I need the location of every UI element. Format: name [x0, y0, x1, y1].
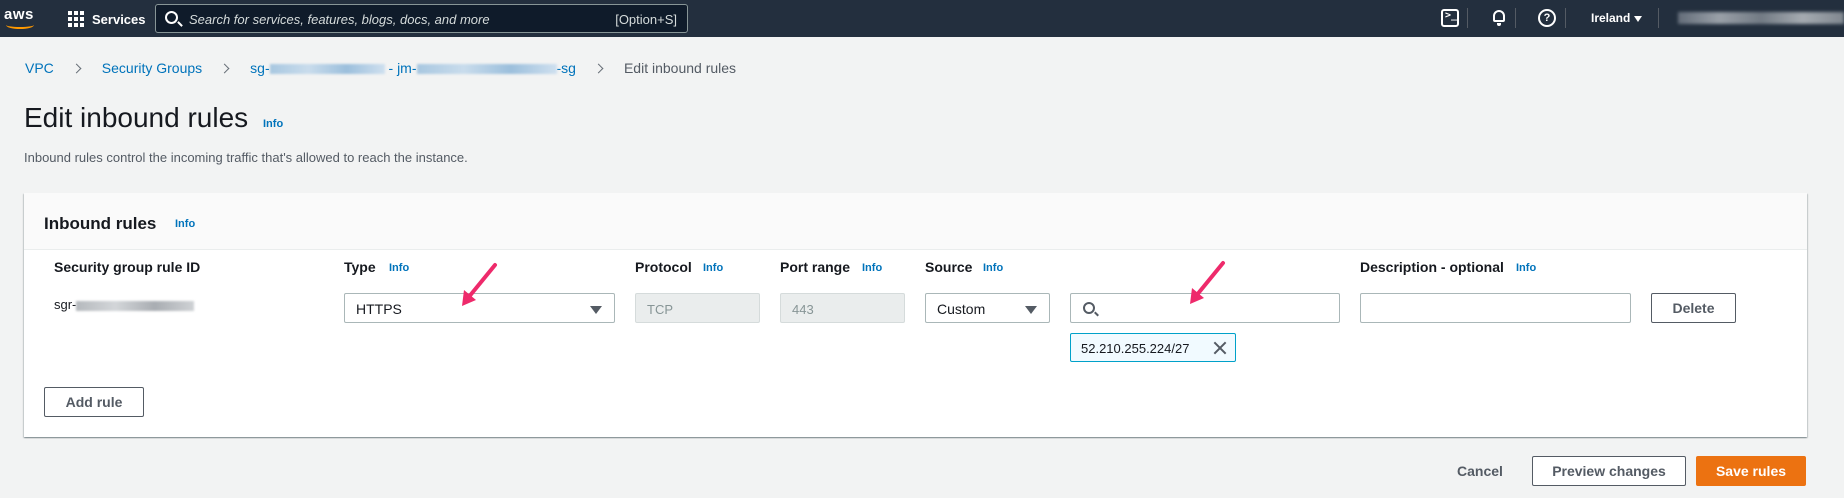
- sg-name-prefix: - jm-: [384, 60, 417, 76]
- nav-divider: [1565, 8, 1566, 28]
- caret-down-icon: [590, 306, 602, 314]
- search-icon: [165, 11, 178, 24]
- description-input[interactable]: [1360, 293, 1631, 323]
- sg-name-suffix: -sg: [556, 60, 576, 76]
- page-subtitle: Inbound rules control the incoming traff…: [24, 150, 468, 165]
- nav-divider: [1515, 8, 1516, 28]
- delete-rule-button[interactable]: Delete: [1651, 293, 1736, 323]
- protocol-value: TCP: [647, 302, 673, 317]
- chevron-right-icon: [71, 63, 82, 73]
- port-range-info-link[interactable]: Info: [862, 262, 882, 274]
- aws-smile-icon: [6, 21, 34, 29]
- services-label: Services: [92, 11, 146, 27]
- caret-down-icon: [1634, 15, 1643, 22]
- nav-divider: [1467, 8, 1468, 28]
- global-search-input[interactable]: Search for services, features, blogs, do…: [155, 4, 688, 33]
- column-header-source: Source: [925, 259, 973, 275]
- page-info-link[interactable]: Info: [263, 118, 283, 130]
- rule-id-prefix: sgr-: [54, 297, 77, 312]
- close-icon[interactable]: [1213, 341, 1227, 355]
- column-header-port-range: Port range: [780, 259, 851, 275]
- breadcrumb-vpc[interactable]: VPC: [25, 60, 54, 76]
- search-icon: [1083, 302, 1095, 314]
- source-type-select[interactable]: Custom: [925, 293, 1050, 323]
- nav-divider: [1658, 8, 1659, 28]
- bell-icon[interactable]: [1490, 9, 1508, 27]
- annotation-arrow-icon: [462, 263, 497, 306]
- preview-changes-button[interactable]: Preview changes: [1532, 456, 1686, 486]
- region-label: Ireland: [1591, 11, 1631, 25]
- column-header-type: Type: [344, 259, 376, 275]
- caret-down-icon: [1025, 306, 1037, 314]
- top-nav: aws Services Search for services, featur…: [0, 0, 1844, 37]
- column-header-protocol: Protocol: [635, 259, 692, 275]
- save-rules-button[interactable]: Save rules: [1696, 456, 1806, 486]
- port-range-field: 443: [780, 293, 905, 323]
- breadcrumb-security-group-id[interactable]: sg- - jm- -sg: [250, 60, 576, 76]
- panel-title: Inbound rules: [44, 214, 157, 233]
- add-rule-button[interactable]: Add rule: [44, 387, 144, 417]
- sg-id-prefix: sg-: [250, 60, 270, 76]
- search-placeholder: Search for services, features, blogs, do…: [189, 12, 490, 27]
- chevron-right-icon: [593, 63, 604, 73]
- breadcrumb-current: Edit inbound rules: [623, 60, 737, 76]
- type-select-value: HTTPS: [356, 301, 402, 317]
- search-shortcut: [Option+S]: [615, 12, 677, 27]
- annotation-arrow-icon: [1190, 261, 1225, 304]
- page-title: Edit inbound rules: [24, 102, 249, 133]
- rule-id-value: sgr-: [54, 297, 195, 312]
- cancel-button[interactable]: Cancel: [1457, 463, 1503, 479]
- breadcrumb: VPC Security Groups sg- - jm- -sg Edit in…: [25, 60, 736, 76]
- region-selector[interactable]: Ireland: [1591, 11, 1643, 25]
- port-range-value: 443: [792, 302, 814, 317]
- redacted-sg-name: [416, 64, 557, 75]
- panel-info-link[interactable]: Info: [175, 218, 195, 230]
- protocol-field: TCP: [635, 293, 760, 323]
- protocol-info-link[interactable]: Info: [703, 262, 723, 274]
- source-cidr-value: 52.210.255.224/27: [1081, 341, 1190, 356]
- source-type-value: Custom: [937, 301, 986, 317]
- redacted-sg-id: [269, 64, 385, 75]
- help-icon[interactable]: ?: [1538, 9, 1556, 27]
- grid-icon: [68, 11, 84, 27]
- redacted-rule-id: [76, 300, 195, 311]
- type-info-link[interactable]: Info: [389, 262, 409, 274]
- breadcrumb-security-groups[interactable]: Security Groups: [102, 60, 202, 76]
- column-header-description: Description - optional: [1360, 259, 1504, 275]
- panel-header: Inbound rules Info: [24, 193, 1807, 250]
- column-header-rule-id: Security group rule ID: [54, 259, 201, 275]
- source-cidr-token: 52.210.255.224/27: [1070, 333, 1236, 362]
- services-menu-button[interactable]: Services: [68, 9, 146, 29]
- chevron-right-icon: [219, 63, 230, 73]
- description-info-link[interactable]: Info: [1516, 262, 1536, 274]
- aws-logo[interactable]: aws: [2, 4, 44, 32]
- account-menu[interactable]: [1678, 12, 1844, 24]
- cloudshell-icon[interactable]: [1441, 9, 1459, 27]
- source-info-link[interactable]: Info: [983, 262, 1003, 274]
